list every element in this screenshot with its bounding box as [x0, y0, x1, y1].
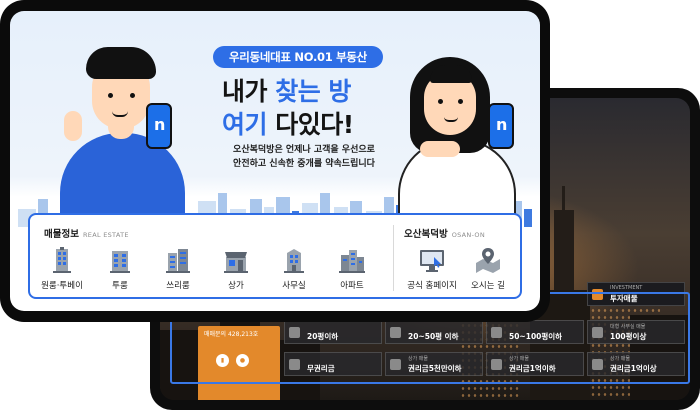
menu-item-label: 사무실: [282, 281, 306, 291]
office-icon: [284, 249, 304, 273]
menu-item-label: 쓰리룸: [166, 281, 190, 291]
menu-item-oneroom[interactable]: 원룸·투베이: [30, 245, 94, 291]
menu-item-store[interactable]: 상가: [204, 245, 268, 291]
twin-building-icon: [166, 249, 190, 273]
thumbs-up-hand: [64, 111, 82, 141]
menu-item-label: 공식 홈페이지: [407, 281, 457, 291]
company-section-title: 오산복덕방 OSAN-ON: [404, 229, 485, 240]
pointing-hand: [420, 141, 460, 157]
menu-item-office[interactable]: 사무실: [262, 245, 326, 291]
single-building-icon: [53, 247, 71, 273]
phone-logo: n: [154, 115, 166, 134]
apartment-icon: [110, 251, 130, 273]
map-pin-icon: [476, 248, 500, 273]
smartphone: n: [146, 103, 172, 149]
phone-logo: n: [496, 115, 508, 134]
headline-line-1: 내가 찾는 방: [222, 77, 351, 106]
monitor-icon: [420, 250, 444, 272]
top-badge: 우리동네대표 NO.01 부동산: [213, 46, 383, 68]
man-hair: [86, 47, 156, 79]
menu-item-label: 원룸·투베이: [41, 281, 83, 291]
menu-item-threeroom[interactable]: 쓰리룸: [146, 245, 210, 291]
page-headline: 내가 찾는 방 여기 다있다!: [222, 75, 354, 141]
woman-character-illustration: n: [390, 51, 540, 229]
menu-item-label: 상가: [228, 281, 244, 291]
menu-item-label: 아파트: [340, 281, 364, 291]
listings-section-title: 매물정보 REAL ESTATE: [44, 229, 129, 240]
smartphone: n: [488, 103, 514, 149]
menu-item-tworoom[interactable]: 투룸: [88, 245, 152, 291]
apartment-complex-icon: [339, 250, 365, 273]
headline-line-2: 여기 다있다!: [222, 110, 354, 139]
intro-description: 오산복덕방은 언제나 고객을 우선으로 안전하고 신속한 중개를 약속드립니다: [233, 145, 375, 169]
man-character-illustration: n: [50, 41, 200, 223]
menu-item-directions[interactable]: 오시는 길: [456, 245, 520, 291]
menu-item-label: 오시는 길: [471, 281, 505, 291]
section-divider: [393, 225, 394, 291]
menu-item-label: 투룸: [112, 281, 128, 291]
storefront-icon: [224, 252, 248, 273]
tile-sub: INVESTMENT: [610, 285, 643, 291]
menu-item-apartment[interactable]: 아파트: [320, 245, 384, 291]
quick-menu-panel: 매물정보REAL ESTATE 오산복덕방OSAN-ON 원룸·투베이 투룸: [28, 213, 522, 299]
menu-item-homepage[interactable]: 공식 홈페이지: [400, 245, 464, 291]
